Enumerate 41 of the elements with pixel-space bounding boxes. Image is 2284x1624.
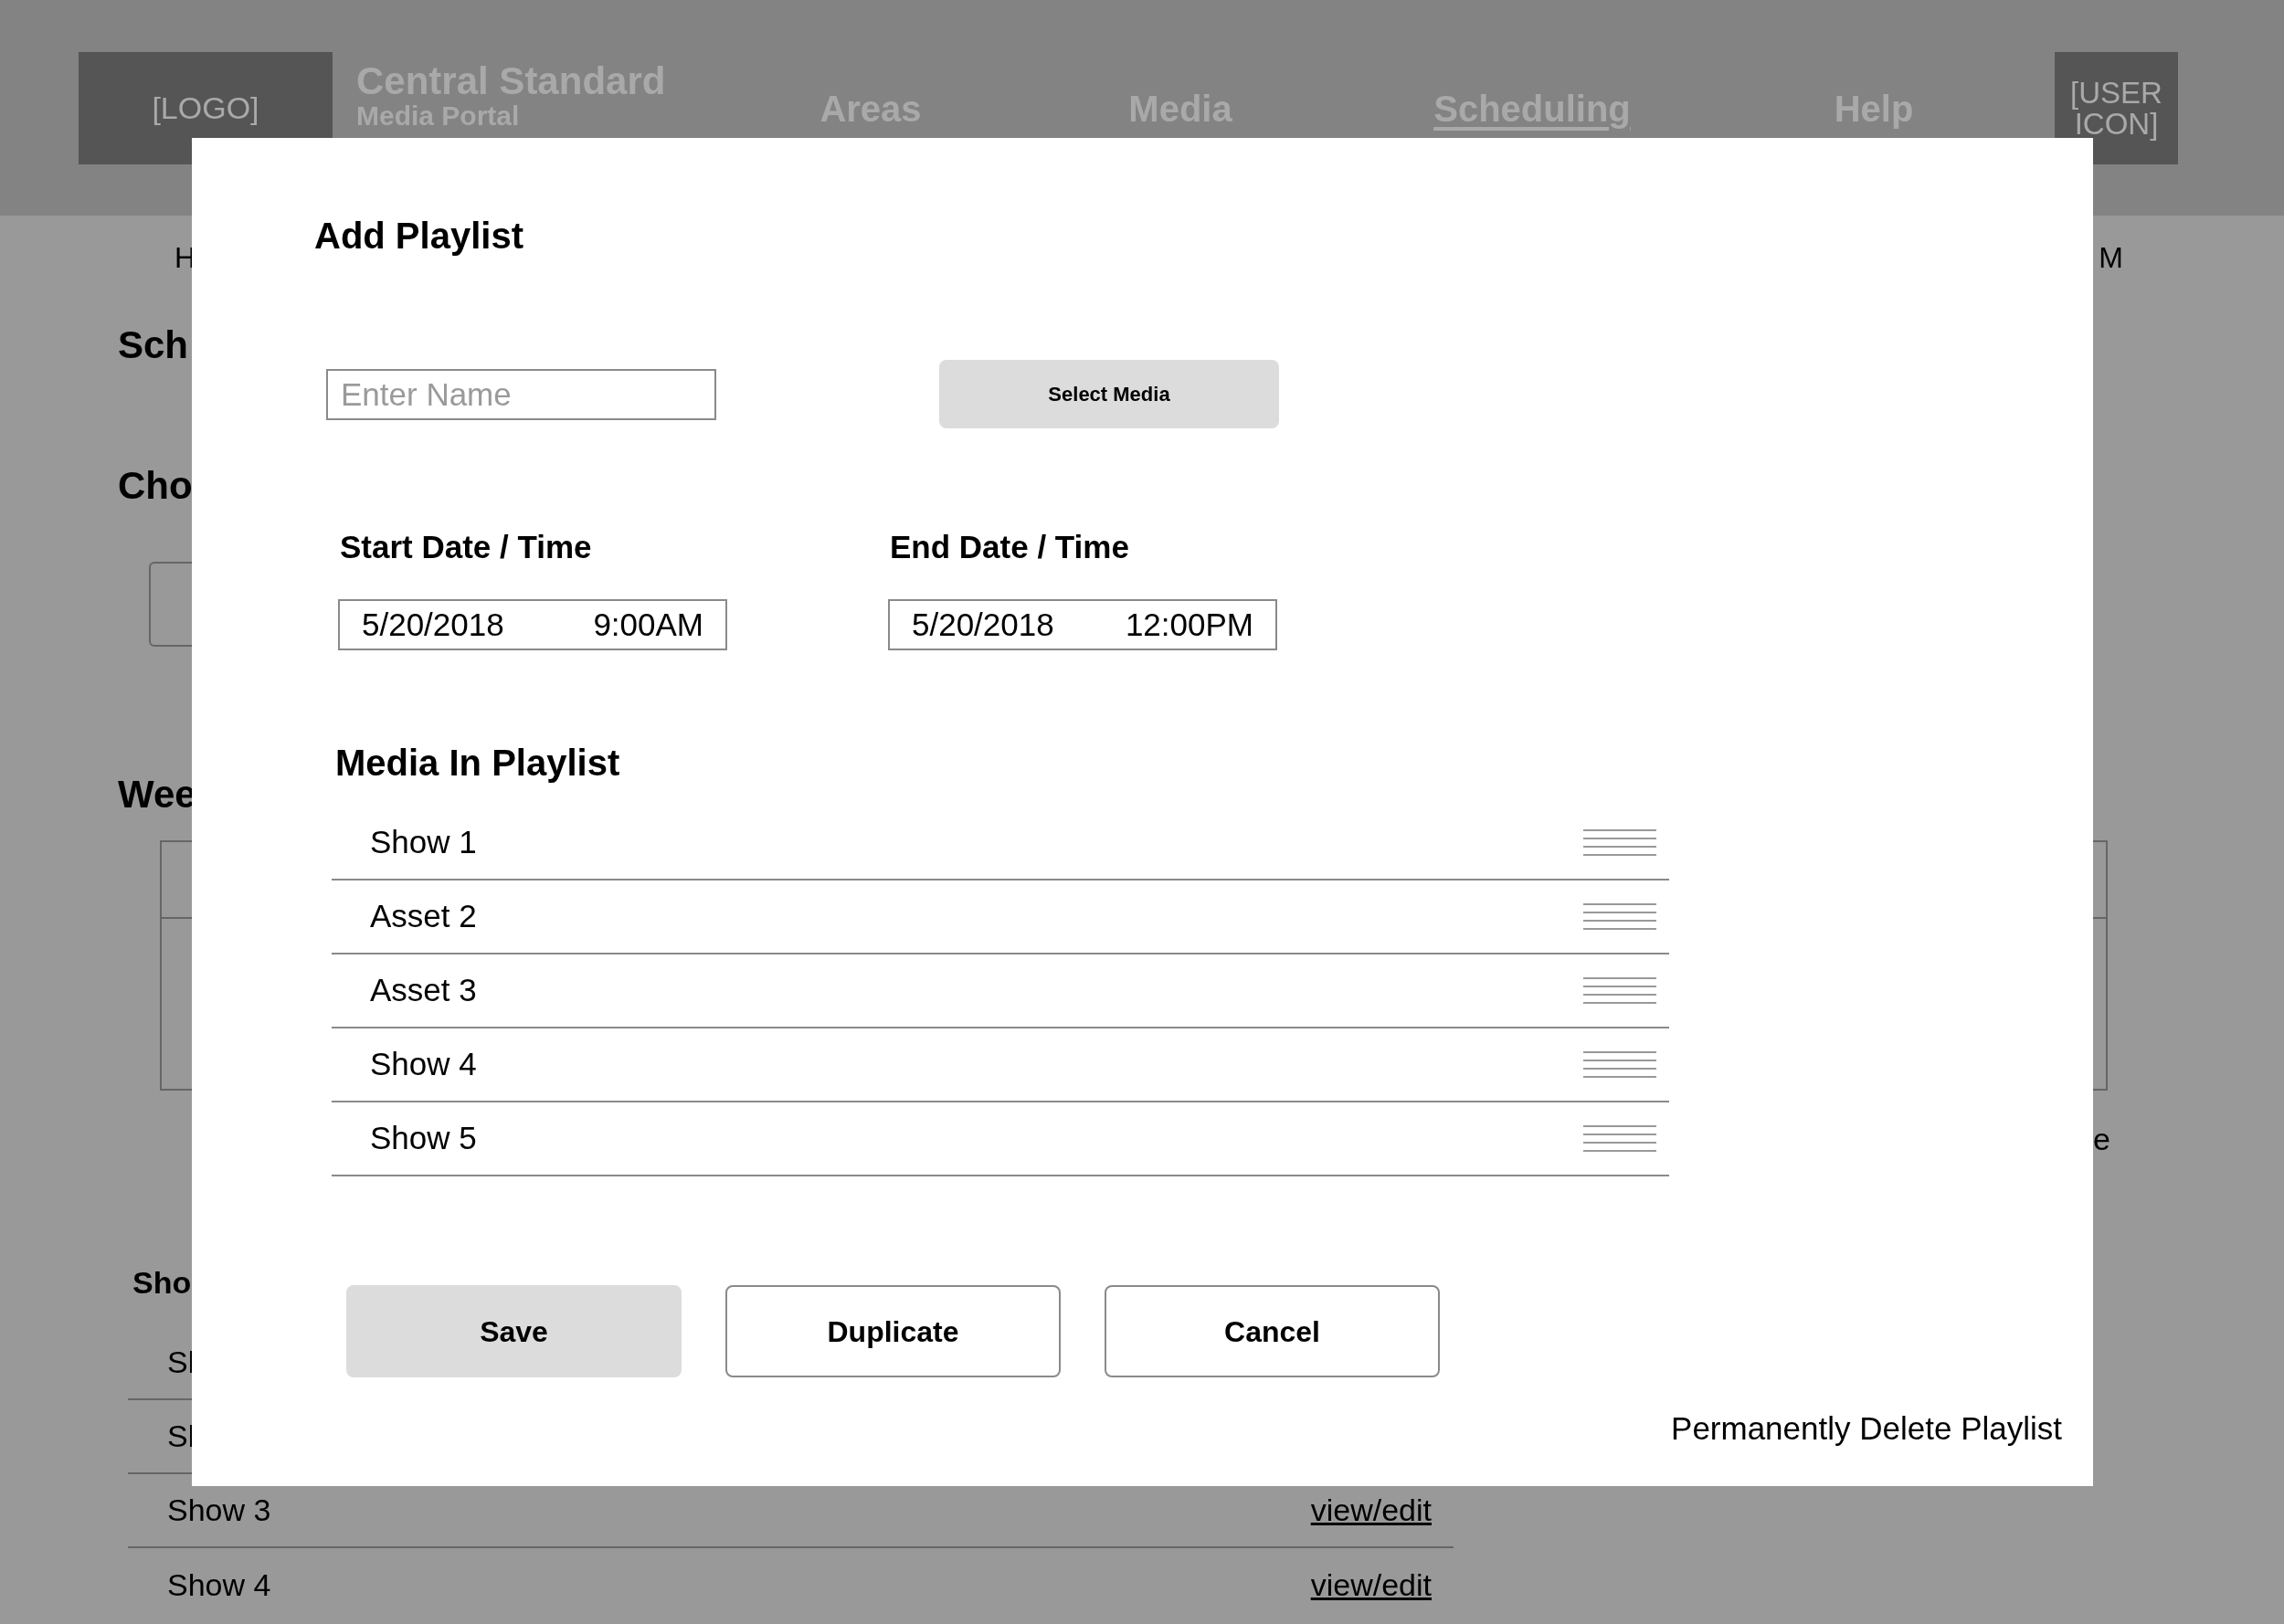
delete-playlist-link[interactable]: Permanently Delete Playlist — [1671, 1405, 2062, 1453]
playlist-row[interactable]: Asset 2 — [332, 881, 1669, 954]
select-media-button[interactable]: Select Media — [939, 360, 1279, 428]
table-text: e — [2093, 1121, 2110, 1157]
playlist-row[interactable]: Asset 3 — [332, 954, 1669, 1028]
media-name: Asset 2 — [370, 897, 477, 936]
media-name: Show 1 — [370, 823, 477, 862]
date-time-field[interactable]: 5/20/2018 9:00AM — [338, 599, 727, 650]
dialog-button[interactable]: Duplicate — [725, 1285, 1061, 1377]
media-name: Asset 3 — [370, 971, 477, 1010]
section-heading: Wee — [118, 773, 196, 816]
drag-handle-icon[interactable] — [1583, 828, 1656, 857]
playlist-row[interactable]: Show 4 — [332, 1028, 1669, 1102]
playlist-row[interactable]: Show 1 — [332, 807, 1669, 881]
dialog-button[interactable]: Save — [346, 1285, 682, 1377]
dialog-title: Add Playlist — [314, 215, 524, 257]
section-heading: Sch — [118, 323, 189, 366]
show-name: Show 3 — [167, 1492, 271, 1529]
view-edit-link[interactable]: view/edit — [1310, 1487, 1432, 1534]
media-name: Show 5 — [370, 1119, 477, 1158]
section-heading: Cho — [118, 464, 193, 507]
drag-handle-icon[interactable] — [1583, 1050, 1656, 1079]
time-value: 9:00AM — [593, 605, 703, 644]
date-time-field[interactable]: 5/20/2018 12:00PM — [888, 599, 1277, 650]
time-value: 12:00PM — [1125, 605, 1253, 644]
section-heading: Sho — [132, 1265, 192, 1300]
media-name: Show 4 — [370, 1045, 477, 1084]
section-heading: Media In Playlist — [335, 742, 621, 784]
drag-handle-icon[interactable] — [1583, 1124, 1656, 1153]
name-input-field[interactable]: Enter Name — [326, 368, 716, 420]
date-value: 5/20/2018 — [362, 605, 504, 644]
page-text: M — [2099, 241, 2123, 274]
show-name: Show 4 — [167, 1566, 271, 1604]
playlist-row[interactable]: Show 5 — [332, 1102, 1669, 1176]
field-label: Start Date / Time — [340, 529, 593, 565]
field-label: End Date / Time — [890, 529, 1130, 565]
dialog-button[interactable]: Cancel — [1105, 1285, 1440, 1377]
view-edit-link[interactable]: view/edit — [1310, 1562, 1432, 1608]
drag-handle-icon[interactable] — [1583, 902, 1656, 931]
date-value: 5/20/2018 — [912, 605, 1054, 644]
drag-handle-icon[interactable] — [1583, 976, 1656, 1005]
